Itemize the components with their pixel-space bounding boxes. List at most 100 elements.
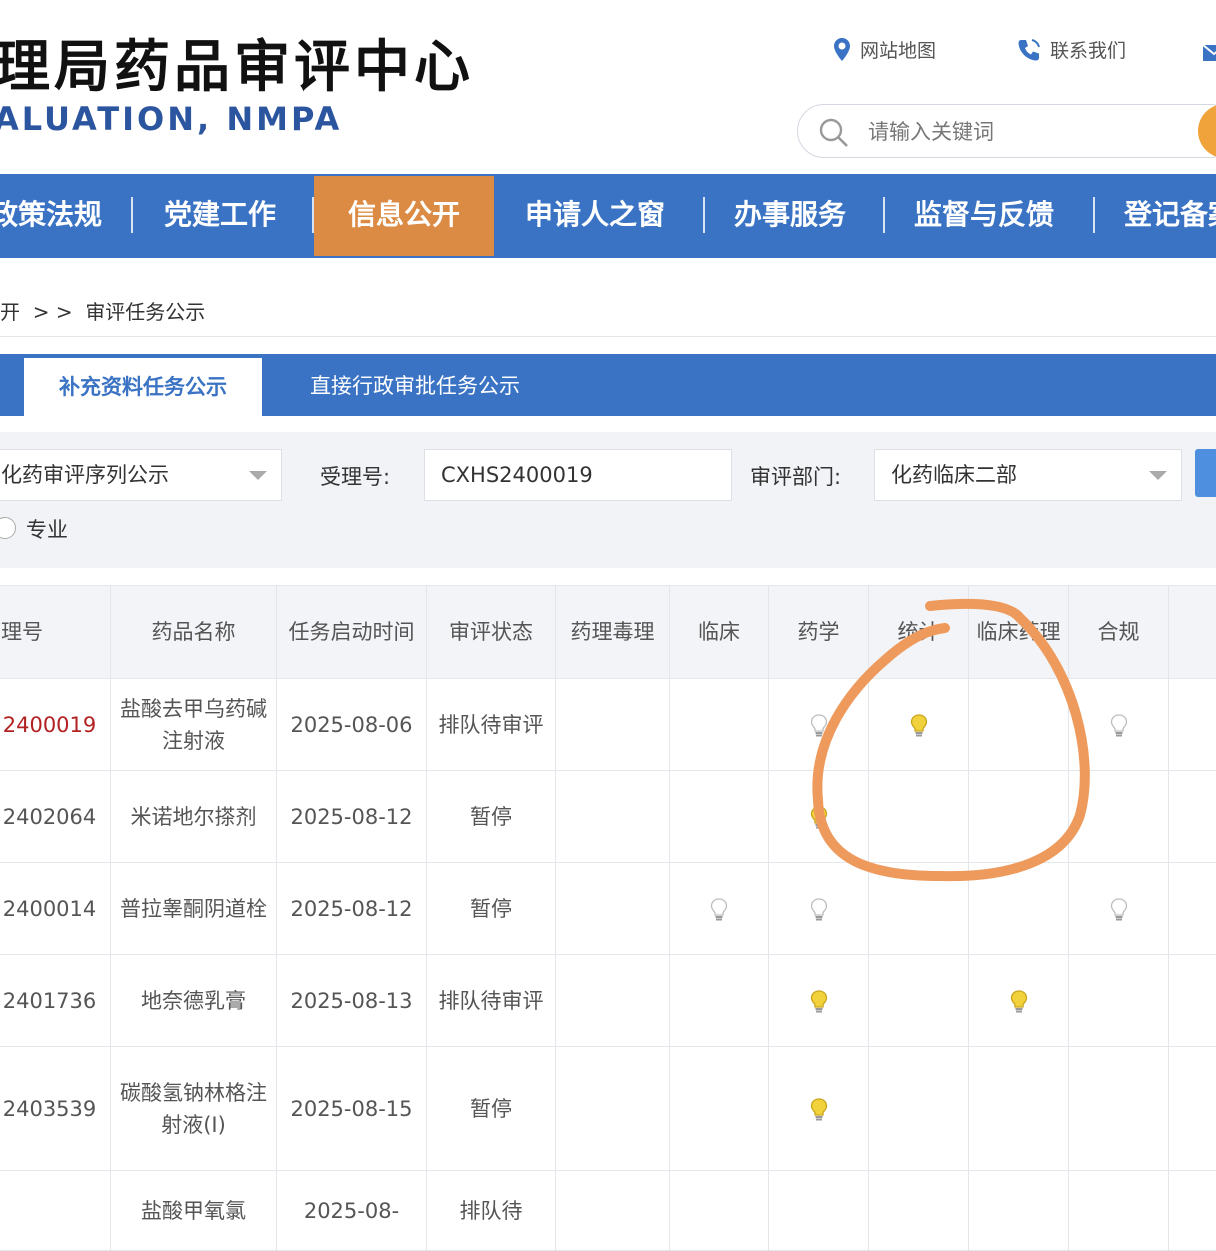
lightbulb-off-icon[interactable] xyxy=(1109,897,1129,923)
cell-clinical xyxy=(670,1171,769,1251)
sequence-select-value: 化药审评序列公示 xyxy=(1,463,169,487)
cell-extra xyxy=(1169,955,1216,1047)
nav-separator xyxy=(703,197,705,233)
sitemap-link[interactable]: 网站地图 xyxy=(832,36,936,63)
cell-drug-name: 米诺地尔搽剂 xyxy=(111,771,277,863)
nav-item-supervision[interactable]: 监督与反馈 xyxy=(914,174,1054,258)
cell-clinpharm xyxy=(969,1047,1069,1171)
cell-start-time: 2025-08-13 xyxy=(277,955,427,1047)
query-button[interactable] xyxy=(1195,449,1216,497)
cell-clinical xyxy=(670,679,769,771)
lightbulb-off-icon[interactable] xyxy=(809,897,829,923)
cell-accept-no[interactable]: 2400014 xyxy=(0,863,111,955)
cell-pharma xyxy=(769,955,869,1047)
cell-clinical xyxy=(670,771,769,863)
cell-clinpharm xyxy=(969,679,1069,771)
nav-item-applicant-window[interactable]: 申请人之窗 xyxy=(525,174,665,258)
cell-status: 暂停 xyxy=(427,1047,556,1171)
site-header: 理局药品审评中心 ALUATION, NMPA 网站地图 联系我们 xyxy=(0,0,1216,174)
cell-status: 暂停 xyxy=(427,863,556,955)
cell-extra xyxy=(1169,771,1216,863)
cell-drug-name: 普拉睾酮阴道栓 xyxy=(111,863,277,955)
lightbulb-off-icon[interactable] xyxy=(709,897,729,923)
search-icon[interactable] xyxy=(818,117,850,149)
breadcrumb-current: 审评任务公示 xyxy=(85,300,205,324)
cell-accept-no[interactable]: 2400019 xyxy=(0,679,111,771)
table-row: 2402064米诺地尔搽剂2025-08-12暂停 xyxy=(0,771,1216,863)
nav-separator xyxy=(1093,197,1095,233)
tab-supplementary-materials[interactable]: 补充资料任务公示 xyxy=(24,358,262,416)
cell-tox xyxy=(556,863,670,955)
cell-drug-name: 盐酸去甲乌药碱注射液 xyxy=(111,679,277,771)
nav-item-party[interactable]: 党建工作 xyxy=(164,174,276,258)
cell-pharma xyxy=(769,1171,869,1251)
cell-drug-name: 碳酸氢钠林格注射液(Ⅰ) xyxy=(111,1047,277,1171)
cell-drug-name: 盐酸甲氧氯 xyxy=(111,1171,277,1251)
contact-label: 联系我们 xyxy=(1050,36,1126,63)
sitemap-label: 网站地图 xyxy=(860,36,936,63)
col-clinical: 临床 xyxy=(670,586,769,679)
cell-accept-no[interactable] xyxy=(0,1171,111,1251)
cell-stat xyxy=(869,771,969,863)
breadcrumb-separator: > > xyxy=(33,300,73,324)
col-extra xyxy=(1169,586,1216,679)
lightbulb-off-icon[interactable] xyxy=(809,713,829,739)
cell-stat xyxy=(869,679,969,771)
dept-label: 审评部门: xyxy=(750,461,841,491)
col-start-time: 任务启动时间 xyxy=(277,586,427,679)
cell-tox xyxy=(556,1171,670,1251)
lightbulb-on-icon[interactable] xyxy=(1009,989,1029,1015)
table-row: 2401736地奈德乳膏2025-08-13排队待审评 xyxy=(0,955,1216,1047)
contact-link[interactable]: 联系我们 xyxy=(1016,36,1126,63)
lightbulb-on-icon[interactable] xyxy=(909,713,929,739)
cell-stat xyxy=(869,1047,969,1171)
tab-direct-approval[interactable]: 直接行政审批任务公示 xyxy=(310,354,520,416)
nav-item-registration[interactable]: 登记备案 xyxy=(1124,174,1216,258)
site-title-cn[interactable]: 理局药品审评中心 xyxy=(0,22,474,103)
cell-pharma xyxy=(769,1047,869,1171)
cell-accept-no[interactable]: 2402064 xyxy=(0,771,111,863)
cell-accept-no[interactable]: 2401736 xyxy=(0,955,111,1047)
nav-item-policy[interactable]: 政策法规 xyxy=(0,174,102,258)
nav-item-info-disclosure[interactable]: 信息公开 xyxy=(314,176,494,256)
lightbulb-on-icon[interactable] xyxy=(809,805,829,831)
task-tabs: 补充资料任务公示 直接行政审批任务公示 xyxy=(0,354,1216,416)
cell-clinical xyxy=(670,955,769,1047)
cell-pharma xyxy=(769,771,869,863)
col-statistics: 统计 xyxy=(869,586,969,679)
lightbulb-off-icon[interactable] xyxy=(1109,713,1129,739)
col-accept-no: 理号 xyxy=(0,586,111,679)
nav-item-services[interactable]: 办事服务 xyxy=(734,174,846,258)
accept-no-label: 受理号: xyxy=(320,461,390,491)
accept-no-input[interactable] xyxy=(424,449,732,501)
search-input[interactable] xyxy=(866,115,1190,149)
cell-compliance xyxy=(1069,1171,1169,1251)
chevron-down-icon xyxy=(1149,471,1167,480)
lightbulb-on-icon[interactable] xyxy=(809,989,829,1015)
cell-pharma xyxy=(769,679,869,771)
divider xyxy=(0,336,1216,337)
breadcrumb-parent[interactable]: 开 xyxy=(0,300,20,324)
cell-drug-name: 地奈德乳膏 xyxy=(111,955,277,1047)
cell-status: 暂停 xyxy=(427,771,556,863)
cell-clinical xyxy=(670,863,769,955)
cell-tox xyxy=(556,771,670,863)
cell-compliance xyxy=(1069,863,1169,955)
table-body: 2400019盐酸去甲乌药碱注射液2025-08-06排队待审评2402064米… xyxy=(0,679,1216,1251)
mail-icon[interactable] xyxy=(1202,44,1216,62)
cell-accept-no[interactable]: 2403539 xyxy=(0,1047,111,1171)
lightbulb-on-icon[interactable] xyxy=(809,1097,829,1123)
search-box xyxy=(797,104,1216,158)
cell-status: 排队待审评 xyxy=(427,955,556,1047)
sequence-select[interactable]: 化药审评序列公示 xyxy=(0,449,282,501)
nav-separator xyxy=(883,197,885,233)
cell-compliance xyxy=(1069,955,1169,1047)
col-drug-name: 药品名称 xyxy=(111,586,277,679)
search-button[interactable] xyxy=(1198,104,1216,158)
cell-compliance xyxy=(1069,771,1169,863)
col-compliance: 合规 xyxy=(1069,586,1169,679)
cell-extra xyxy=(1169,863,1216,955)
dept-select[interactable]: 化药临床二部 xyxy=(874,449,1182,501)
cell-tox xyxy=(556,955,670,1047)
col-status: 审评状态 xyxy=(427,586,556,679)
